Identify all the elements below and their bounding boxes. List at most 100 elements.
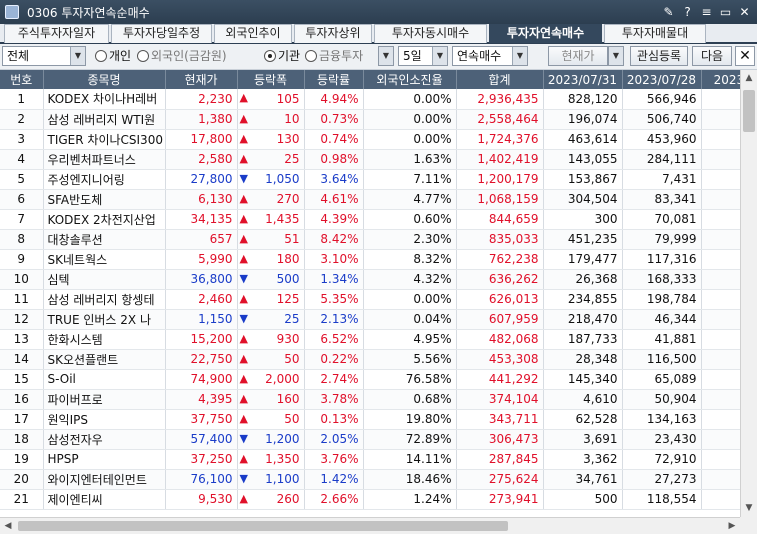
col-header-date2[interactable]: 2023/07/28	[622, 70, 702, 89]
col-header-rate[interactable]: 등락률	[304, 70, 364, 89]
cell-name[interactable]: 우리벤처파트너스	[43, 149, 166, 170]
radio-institution[interactable]: 기관	[264, 48, 300, 64]
tab-investor-simultaneous[interactable]: 투자자동시매수	[374, 24, 487, 43]
cell-name[interactable]: 파이버프로	[43, 389, 166, 410]
cell-name[interactable]: 대창솔루션	[43, 229, 166, 250]
table-row[interactable]: 8 대창솔루션 657 ▲ 51 8.42% 2.30% 835,033 451,235 79,9…	[0, 229, 757, 250]
cell-name[interactable]: HPSP	[43, 449, 166, 470]
cell-name[interactable]: KODEX 2차전지산업	[43, 209, 166, 230]
close-window-icon[interactable]: ✕	[736, 3, 753, 20]
table-row[interactable]: 18 삼성전자우 57,400 ▼ 1,200 2.05% 72.89% 306,473 3,6…	[0, 429, 757, 450]
watch-register-button[interactable]: 관심등록	[630, 46, 688, 66]
table-row[interactable]: 21 제이엔티씨 9,530 ▲ 260 2.66% 1.24% 273,941 500 118,…	[0, 489, 757, 510]
table-row[interactable]: 13 한화시스템 15,200 ▲ 930 6.52% 4.95% 482,068 187,73…	[0, 329, 757, 350]
table-row[interactable]: 9 SK네트웍스 5,990 ▲ 180 3.10% 8.32% 762,238 179,477…	[0, 249, 757, 270]
cell-change: ▲ 270	[237, 189, 305, 210]
col-header-date1[interactable]: 2023/07/31	[543, 70, 623, 89]
radio-individual[interactable]: 개인	[95, 48, 131, 64]
col-header-price[interactable]: 현재가	[165, 70, 238, 89]
table-row[interactable]: 3 TIGER 차이나CSI300 17,800 ▲ 130 0.74% 0.00% 1,72…	[0, 129, 757, 150]
tab-investor-consecutive[interactable]: 투자자연속매수	[489, 24, 602, 43]
cell-name[interactable]: 한화시스템	[43, 329, 166, 350]
window-title: 0306 투자자연속순매수	[27, 6, 150, 20]
price-dropdown[interactable]: ▼	[608, 46, 624, 66]
close-icon[interactable]: ✕	[735, 46, 755, 66]
tab-investor-estimate[interactable]: 투자자당일추정	[111, 24, 212, 43]
days-select[interactable]: 5일 ▼	[398, 46, 448, 66]
pin-icon[interactable]: ✎	[660, 3, 677, 20]
cell-name[interactable]: TIGER 차이나CSI300	[43, 129, 166, 150]
table-row[interactable]: 6 SFA반도체 6,130 ▲ 270 4.61% 4.77% 1,068,159 304,5…	[0, 189, 757, 210]
table-row[interactable]: 19 HPSP 37,250 ▲ 1,350 3.76% 14.11% 287,845 3,36…	[0, 449, 757, 470]
help-icon[interactable]: ?	[679, 3, 696, 20]
cell-name[interactable]: 심텍	[43, 269, 166, 290]
cell-name[interactable]: 원익IPS	[43, 409, 166, 430]
scroll-left-icon[interactable]: ◀	[0, 518, 16, 534]
col-header-sum[interactable]: 합계	[456, 70, 544, 89]
table-row[interactable]: 2 삼성 레버리지 WTI원 1,380 ▲ 10 0.73% 0.00% 2,558,464…	[0, 109, 757, 130]
tab-investor-daily[interactable]: 주식투자자일자	[4, 24, 109, 43]
table-row[interactable]: 1 KODEX 차이나H레버 2,230 ▲ 105 4.94% 0.00% 2,936,43…	[0, 89, 757, 110]
cell-price: 1,380	[165, 109, 238, 130]
mode-select[interactable]: 연속매수 ▼	[452, 46, 528, 66]
cell-date2: 41,881	[622, 329, 702, 350]
cell-date1: 196,074	[543, 109, 623, 130]
price-button[interactable]: 현재가	[548, 46, 608, 66]
table-row[interactable]: 12 TRUE 인버스 2X 나 1,150 ▼ 25 2.13% 0.04% 607,959…	[0, 309, 757, 330]
minimize-icon[interactable]: ▭	[717, 3, 734, 20]
col-header-no[interactable]: 번호	[0, 70, 44, 89]
up-arrow-icon: ▲	[239, 151, 248, 165]
cell-change-value: 105	[276, 91, 300, 106]
cell-name[interactable]: S-Oil	[43, 369, 166, 390]
cell-foreign: 0.00%	[363, 89, 457, 110]
cell-name[interactable]: SK네트웍스	[43, 249, 166, 270]
cell-name[interactable]: KODEX 차이나H레버	[43, 89, 166, 110]
scroll-right-icon[interactable]: ▶	[724, 518, 740, 534]
table-row[interactable]: 11 삼성 레버리지 항셍테 2,460 ▲ 125 5.35% 0.00% 626,013 2…	[0, 289, 757, 310]
table-row[interactable]: 4 우리벤처파트너스 2,580 ▲ 25 0.98% 1.63% 1,402,419 143,…	[0, 149, 757, 170]
horizontal-scroll-thumb[interactable]	[18, 521, 508, 531]
vertical-scroll-thumb[interactable]	[743, 90, 755, 132]
horizontal-scrollbar[interactable]: ◀ ▶	[0, 517, 740, 534]
table-row[interactable]: 17 원익IPS 37,750 ▲ 50 0.13% 19.80% 343,711 62,528…	[0, 409, 757, 430]
col-header-name[interactable]: 종목명	[43, 70, 166, 89]
cell-name[interactable]: SFA반도체	[43, 189, 166, 210]
cell-name[interactable]: 삼성 레버리지 항셍테	[43, 289, 166, 310]
up-arrow-icon: ▲	[239, 371, 248, 385]
tab-investor-top[interactable]: 투자자상위	[294, 24, 372, 43]
cell-price: 5,990	[165, 249, 238, 270]
market-select[interactable]: 전체 ▼	[2, 46, 86, 66]
radio-foreign[interactable]: 외국인(금감원)	[137, 48, 227, 64]
table-row[interactable]: 15 S-Oil 74,900 ▲ 2,000 2.74% 76.58% 441,292 145…	[0, 369, 757, 390]
col-header-change[interactable]: 등락폭	[237, 70, 305, 89]
cell-name[interactable]: SK오션플랜트	[43, 349, 166, 370]
table-row[interactable]: 5 주성엔지니어링 27,800 ▼ 1,050 3.64% 7.11% 1,200,179 1…	[0, 169, 757, 190]
cell-name[interactable]: 삼성 레버리지 WTI원	[43, 109, 166, 130]
cell-date2: 65,089	[622, 369, 702, 390]
radio-finance[interactable]: 금융투자	[305, 48, 363, 64]
cell-name[interactable]: 와이지엔터테인먼트	[43, 469, 166, 490]
cell-date2: 70,081	[622, 209, 702, 230]
table-row[interactable]: 10 심텍 36,800 ▼ 500 1.34% 4.32% 636,262 26,368 168…	[0, 269, 757, 290]
tab-foreign-trend[interactable]: 외국인추이	[214, 24, 292, 43]
cell-rate: 4.94%	[304, 89, 364, 110]
next-button[interactable]: 다음	[692, 46, 732, 66]
cell-change-value: 1,350	[265, 452, 300, 466]
menu-icon[interactable]: ≡	[698, 3, 715, 20]
up-arrow-icon: ▲	[239, 451, 248, 465]
cell-name[interactable]: 주성엔지니어링	[43, 169, 166, 190]
tab-investor-volume[interactable]: 투자자매물대	[604, 24, 706, 43]
vertical-scrollbar[interactable]: ▲ ▼	[740, 70, 757, 517]
finance-type-dropdown[interactable]: ▼	[378, 46, 394, 66]
table-row[interactable]: 20 와이지엔터테인먼트 76,100 ▼ 1,100 1.42% 18.46% 275,62…	[0, 469, 757, 490]
cell-name[interactable]: 삼성전자우	[43, 429, 166, 450]
scroll-down-icon[interactable]: ▼	[741, 500, 757, 517]
table-row[interactable]: 7 KODEX 2차전지산업 34,135 ▲ 1,435 4.39% 0.60% 844,6…	[0, 209, 757, 230]
table-row[interactable]: 16 파이버프로 4,395 ▲ 160 3.78% 0.68% 374,104 4,610 50…	[0, 389, 757, 410]
cell-name[interactable]: TRUE 인버스 2X 나	[43, 309, 166, 330]
scroll-up-icon[interactable]: ▲	[741, 70, 757, 87]
table-row[interactable]: 14 SK오션플랜트 22,750 ▲ 50 0.22% 5.56% 453,308 28,34…	[0, 349, 757, 370]
cell-name[interactable]: 제이엔티씨	[43, 489, 166, 510]
col-header-foreign[interactable]: 외국인소진율	[363, 70, 457, 89]
up-arrow-icon: ▲	[239, 191, 248, 205]
